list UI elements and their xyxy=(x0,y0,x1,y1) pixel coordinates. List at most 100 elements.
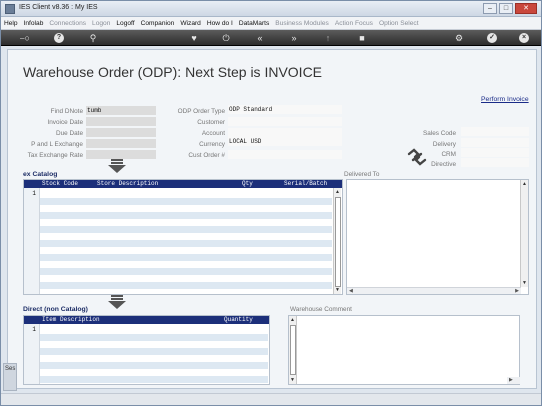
column-serial-batch[interactable]: Serial/Batch xyxy=(284,180,327,188)
invoice-date-field[interactable] xyxy=(86,117,156,126)
table-row[interactable] xyxy=(40,334,268,341)
ex-catalog-grid[interactable]: Stock Code Store Description Qty Serial/… xyxy=(23,179,343,295)
help-icon[interactable]: ? xyxy=(54,33,64,43)
toolbar: ⎯○ ? ⚲ ♥ ⏻ « » ↑ ■ ⚙ ✓ × xyxy=(1,30,541,46)
scroll-down-icon[interactable]: ▼ xyxy=(334,286,341,294)
delivered-to-hscrollbar[interactable]: ◀ ▶ xyxy=(347,287,521,294)
delivered-to-memo[interactable]: ▲ ▼ ◀ ▶ xyxy=(346,179,529,295)
scroll-up-icon[interactable]: ▲ xyxy=(289,316,296,324)
warehouse-comment-memo[interactable]: ▲ ▼ ▶ xyxy=(288,315,520,385)
crm-field[interactable] xyxy=(461,148,529,157)
scroll-left-icon[interactable]: ◀ xyxy=(349,288,353,295)
forward-icon[interactable]: » xyxy=(287,32,301,44)
odp-order-type-label: ODP Order Type xyxy=(177,108,225,115)
menu-action-focus[interactable]: Action Focus xyxy=(335,20,373,27)
menu-companion[interactable]: Companion xyxy=(141,20,175,27)
menu-business-modules[interactable]: Business Modules xyxy=(275,20,329,27)
window-title: IES Client v8.36 : My IES xyxy=(19,4,98,11)
table-row[interactable] xyxy=(40,282,332,289)
warehouse-comment-hscrollbar[interactable]: ▶ xyxy=(507,377,520,384)
heart-icon[interactable]: ♥ xyxy=(187,32,201,44)
find-dnote-field[interactable]: tumb xyxy=(86,106,156,115)
menu-how-do-i[interactable]: How do I xyxy=(207,20,233,27)
power-icon[interactable]: ⏻ xyxy=(219,32,233,44)
ex-catalog-header: Stock Code Store Description Qty Serial/… xyxy=(24,180,342,188)
scroll-down-icon[interactable]: ▼ xyxy=(521,279,528,287)
search-icon[interactable]: ⚲ xyxy=(86,32,100,44)
menu-option-select[interactable]: Option Select xyxy=(379,20,419,27)
menu-infolab[interactable]: Infolab xyxy=(24,20,44,27)
direct-grid[interactable]: Item Description Quantity 1 xyxy=(23,315,270,385)
column-quantity[interactable]: Quantity xyxy=(224,316,253,324)
warehouse-comment-label: Warehouse Comment xyxy=(290,306,352,313)
rewind-icon[interactable]: « xyxy=(253,32,267,44)
row-number-column: 1 xyxy=(24,324,40,384)
scroll-up-icon[interactable]: ▲ xyxy=(521,180,528,188)
cust-order-field[interactable] xyxy=(228,150,342,159)
invoice-date-label: Invoice Date xyxy=(47,119,83,126)
arrow-down-icon xyxy=(108,159,126,173)
table-row[interactable] xyxy=(40,240,332,247)
table-row[interactable] xyxy=(40,254,332,261)
page-title: Warehouse Order (ODP): Next Step is INVO… xyxy=(23,64,323,80)
tax-exchange-rate-field[interactable] xyxy=(86,150,156,159)
close-icon[interactable]: × xyxy=(519,33,529,43)
currency-label: Currency xyxy=(199,141,225,148)
menu-logon[interactable]: Logon xyxy=(92,20,110,27)
stop-icon[interactable]: ■ xyxy=(355,32,369,44)
direct-title: Direct (non Catalog) xyxy=(23,306,88,313)
menu-help[interactable]: Help xyxy=(4,20,18,27)
column-qty[interactable]: Qty xyxy=(242,180,253,188)
menu-connections[interactable]: Connections xyxy=(49,20,86,27)
table-row[interactable] xyxy=(40,212,332,219)
currency-field[interactable]: LOCAL USD xyxy=(228,137,342,146)
scroll-up-icon[interactable]: ▲ xyxy=(334,188,341,196)
scroll-down-icon[interactable]: ▼ xyxy=(289,376,296,384)
column-store-description[interactable]: Store Description xyxy=(97,180,158,188)
p-and-l-exchange-field[interactable] xyxy=(86,139,156,148)
menu-bar: Help Infolab Connections Logon Logoff Co… xyxy=(1,17,541,30)
close-window-button[interactable]: ✕ xyxy=(515,3,537,14)
scroll-right-icon[interactable]: ▶ xyxy=(509,377,513,384)
exit-icon[interactable]: ↑ xyxy=(321,32,335,44)
link-icon[interactable] xyxy=(406,148,428,166)
due-date-label: Due Date xyxy=(56,130,83,137)
row-number: 1 xyxy=(32,326,36,333)
table-row[interactable] xyxy=(40,268,332,275)
scroll-thumb[interactable] xyxy=(335,197,341,287)
scroll-thumb[interactable] xyxy=(290,325,296,375)
table-row[interactable] xyxy=(40,226,332,233)
settings-icon[interactable]: ⚙ xyxy=(452,32,466,44)
table-row[interactable] xyxy=(40,198,332,205)
directive-field[interactable] xyxy=(461,158,529,167)
ex-catalog-scrollbar[interactable]: ▲ ▼ xyxy=(333,188,341,294)
perform-invoice-link[interactable]: Perform Invoice xyxy=(481,96,529,103)
account-field[interactable] xyxy=(228,128,342,137)
arrow-down-icon xyxy=(108,295,126,309)
menu-datamarts[interactable]: DataMarts xyxy=(239,20,269,27)
column-item-description[interactable]: Item Description xyxy=(42,316,100,324)
check-icon[interactable]: ✓ xyxy=(487,33,497,43)
title-bar: IES Client v8.36 : My IES – □ ✕ xyxy=(1,1,541,17)
menu-logoff[interactable]: Logoff xyxy=(116,20,134,27)
table-row[interactable] xyxy=(40,376,268,383)
app-icon xyxy=(5,4,15,14)
maximize-button[interactable]: □ xyxy=(499,3,513,14)
delivered-to-label: Delivered To xyxy=(344,171,380,178)
due-date-field[interactable] xyxy=(86,128,156,137)
menu-wizard[interactable]: Wizard xyxy=(180,20,201,27)
account-label: Account xyxy=(201,130,225,137)
delivered-to-scrollbar[interactable]: ▲ ▼ xyxy=(520,180,528,287)
warehouse-comment-scrollbar[interactable]: ▲ ▼ xyxy=(289,316,297,384)
minimize-button[interactable]: – xyxy=(483,3,497,14)
table-row[interactable] xyxy=(40,348,268,355)
key-icon[interactable]: ⎯○ xyxy=(15,32,35,44)
column-stock-code[interactable]: Stock Code xyxy=(42,180,78,188)
odp-order-type-field[interactable]: ODP Standard xyxy=(228,105,342,114)
sales-code-field[interactable] xyxy=(461,127,529,136)
table-row[interactable] xyxy=(40,362,268,369)
delivery-field[interactable] xyxy=(461,138,529,147)
ex-catalog-title: ex Catalog xyxy=(23,171,58,178)
customer-field[interactable] xyxy=(228,117,342,126)
scroll-right-icon[interactable]: ▶ xyxy=(515,288,519,295)
